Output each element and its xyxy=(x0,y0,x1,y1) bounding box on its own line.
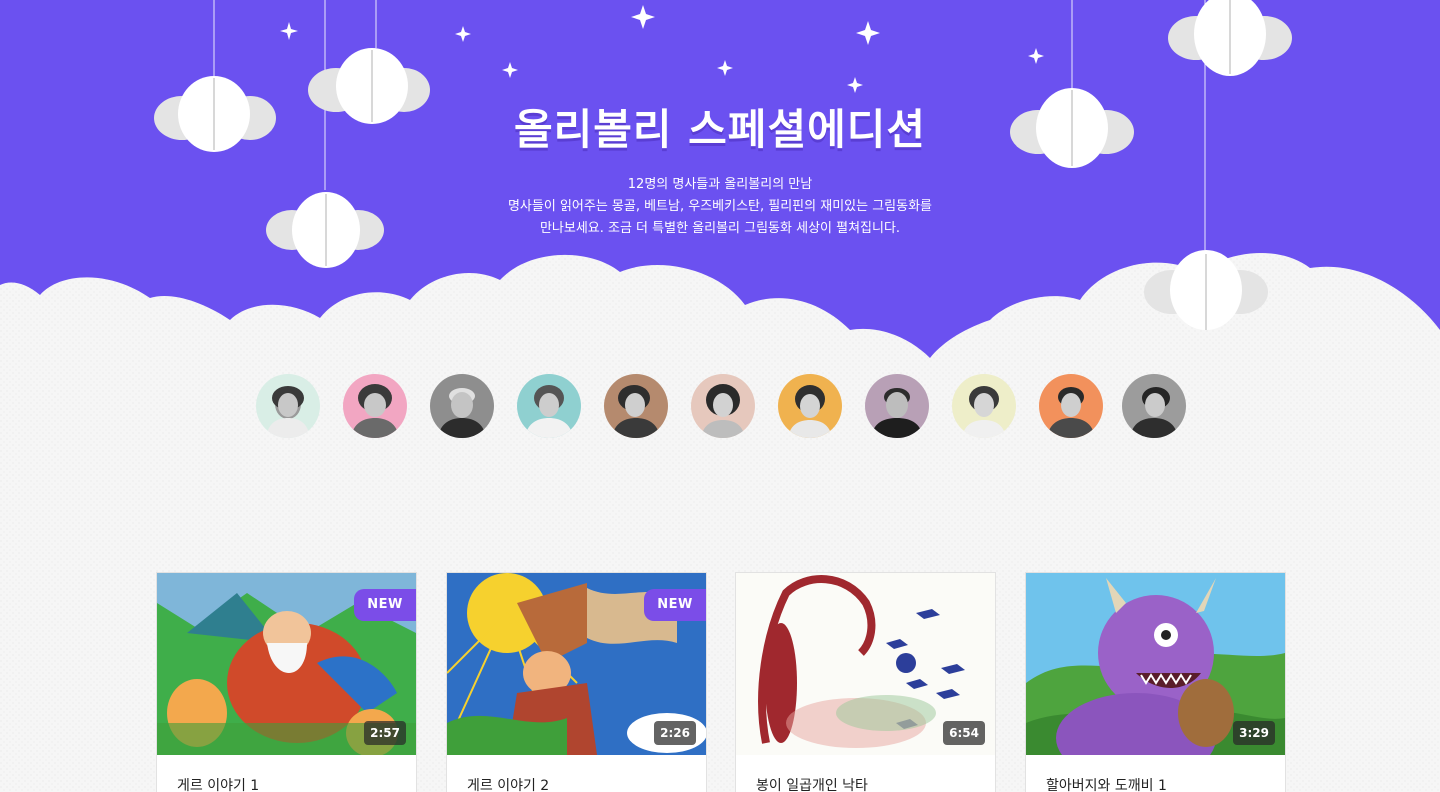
video-title: 게르 이야기 2 xyxy=(467,778,550,792)
celebrity-avatar-8[interactable] xyxy=(865,374,929,438)
video-card-2[interactable]: NEW 2:26 게르 이야기 2 xyxy=(446,572,707,792)
new-badge: NEW xyxy=(644,589,706,621)
celebrity-avatar-10[interactable] xyxy=(1039,374,1103,438)
video-card-4[interactable]: 3:29 할아버지와 도깨비 1 xyxy=(1025,572,1286,792)
video-card-3[interactable]: 6:54 봉이 일곱개인 낙타 xyxy=(735,572,996,792)
hero-desc-line-1: 12명의 명사들과 올리볼리의 만남 xyxy=(627,177,813,192)
video-title: 봉이 일곱개인 낙타 xyxy=(756,778,868,792)
video-thumbnail-1: NEW 2:57 xyxy=(157,573,416,755)
hero-section: 올리볼리 스페셜에디션 12명의 명사들과 올리볼리의 만남 명사들이 읽어주는… xyxy=(0,100,1440,240)
celebrity-avatar-6[interactable] xyxy=(691,374,755,438)
new-badge: NEW xyxy=(354,589,416,621)
video-title: 게르 이야기 1 xyxy=(177,778,260,792)
celebrity-avatar-list xyxy=(256,374,1186,440)
hero-desc-line-3: 만나보세요. 조금 더 특별한 올리볼리 그림동화 세상이 펼쳐집니다. xyxy=(539,221,901,236)
celebrity-avatar-11[interactable] xyxy=(1122,374,1186,438)
special-edition-page: 올리볼리 스페셜에디션 12명의 명사들과 올리볼리의 만남 명사들이 읽어주는… xyxy=(0,0,1440,792)
video-card-1[interactable]: NEW 2:57 게르 이야기 1 xyxy=(156,572,417,792)
video-title: 할아버지와 도깨비 1 xyxy=(1046,778,1167,792)
celebrity-avatar-5[interactable] xyxy=(604,374,668,438)
video-duration: 3:29 xyxy=(1233,721,1275,745)
video-card-list: NEW 2:57 게르 이야기 1 NEW 2:26 게르 이야기 2 6:54… xyxy=(156,572,1286,792)
video-thumbnail-2: NEW 2:26 xyxy=(447,573,706,755)
celebrity-avatar-2[interactable] xyxy=(343,374,407,438)
video-duration: 6:54 xyxy=(943,721,985,745)
celebrity-avatar-1[interactable] xyxy=(256,374,320,438)
video-thumbnail-4: 3:29 xyxy=(1026,573,1285,755)
hero-title: 올리볼리 스페셜에디션 xyxy=(513,105,927,154)
celebrity-avatar-3[interactable] xyxy=(430,374,494,438)
celebrity-avatar-9[interactable] xyxy=(952,374,1016,438)
video-duration: 2:26 xyxy=(654,721,696,745)
hero-description: 12명의 명사들과 올리볼리의 만남 명사들이 읽어주는 몽골, 베트남, 우즈… xyxy=(0,174,1440,240)
video-thumbnail-3: 6:54 xyxy=(736,573,995,755)
video-duration: 2:57 xyxy=(364,721,406,745)
celebrity-avatar-7[interactable] xyxy=(778,374,842,438)
hero-desc-line-2: 명사들이 읽어주는 몽골, 베트남, 우즈베키스탄, 필리핀의 재미있는 그림동… xyxy=(507,199,933,214)
celebrity-avatar-4[interactable] xyxy=(517,374,581,438)
